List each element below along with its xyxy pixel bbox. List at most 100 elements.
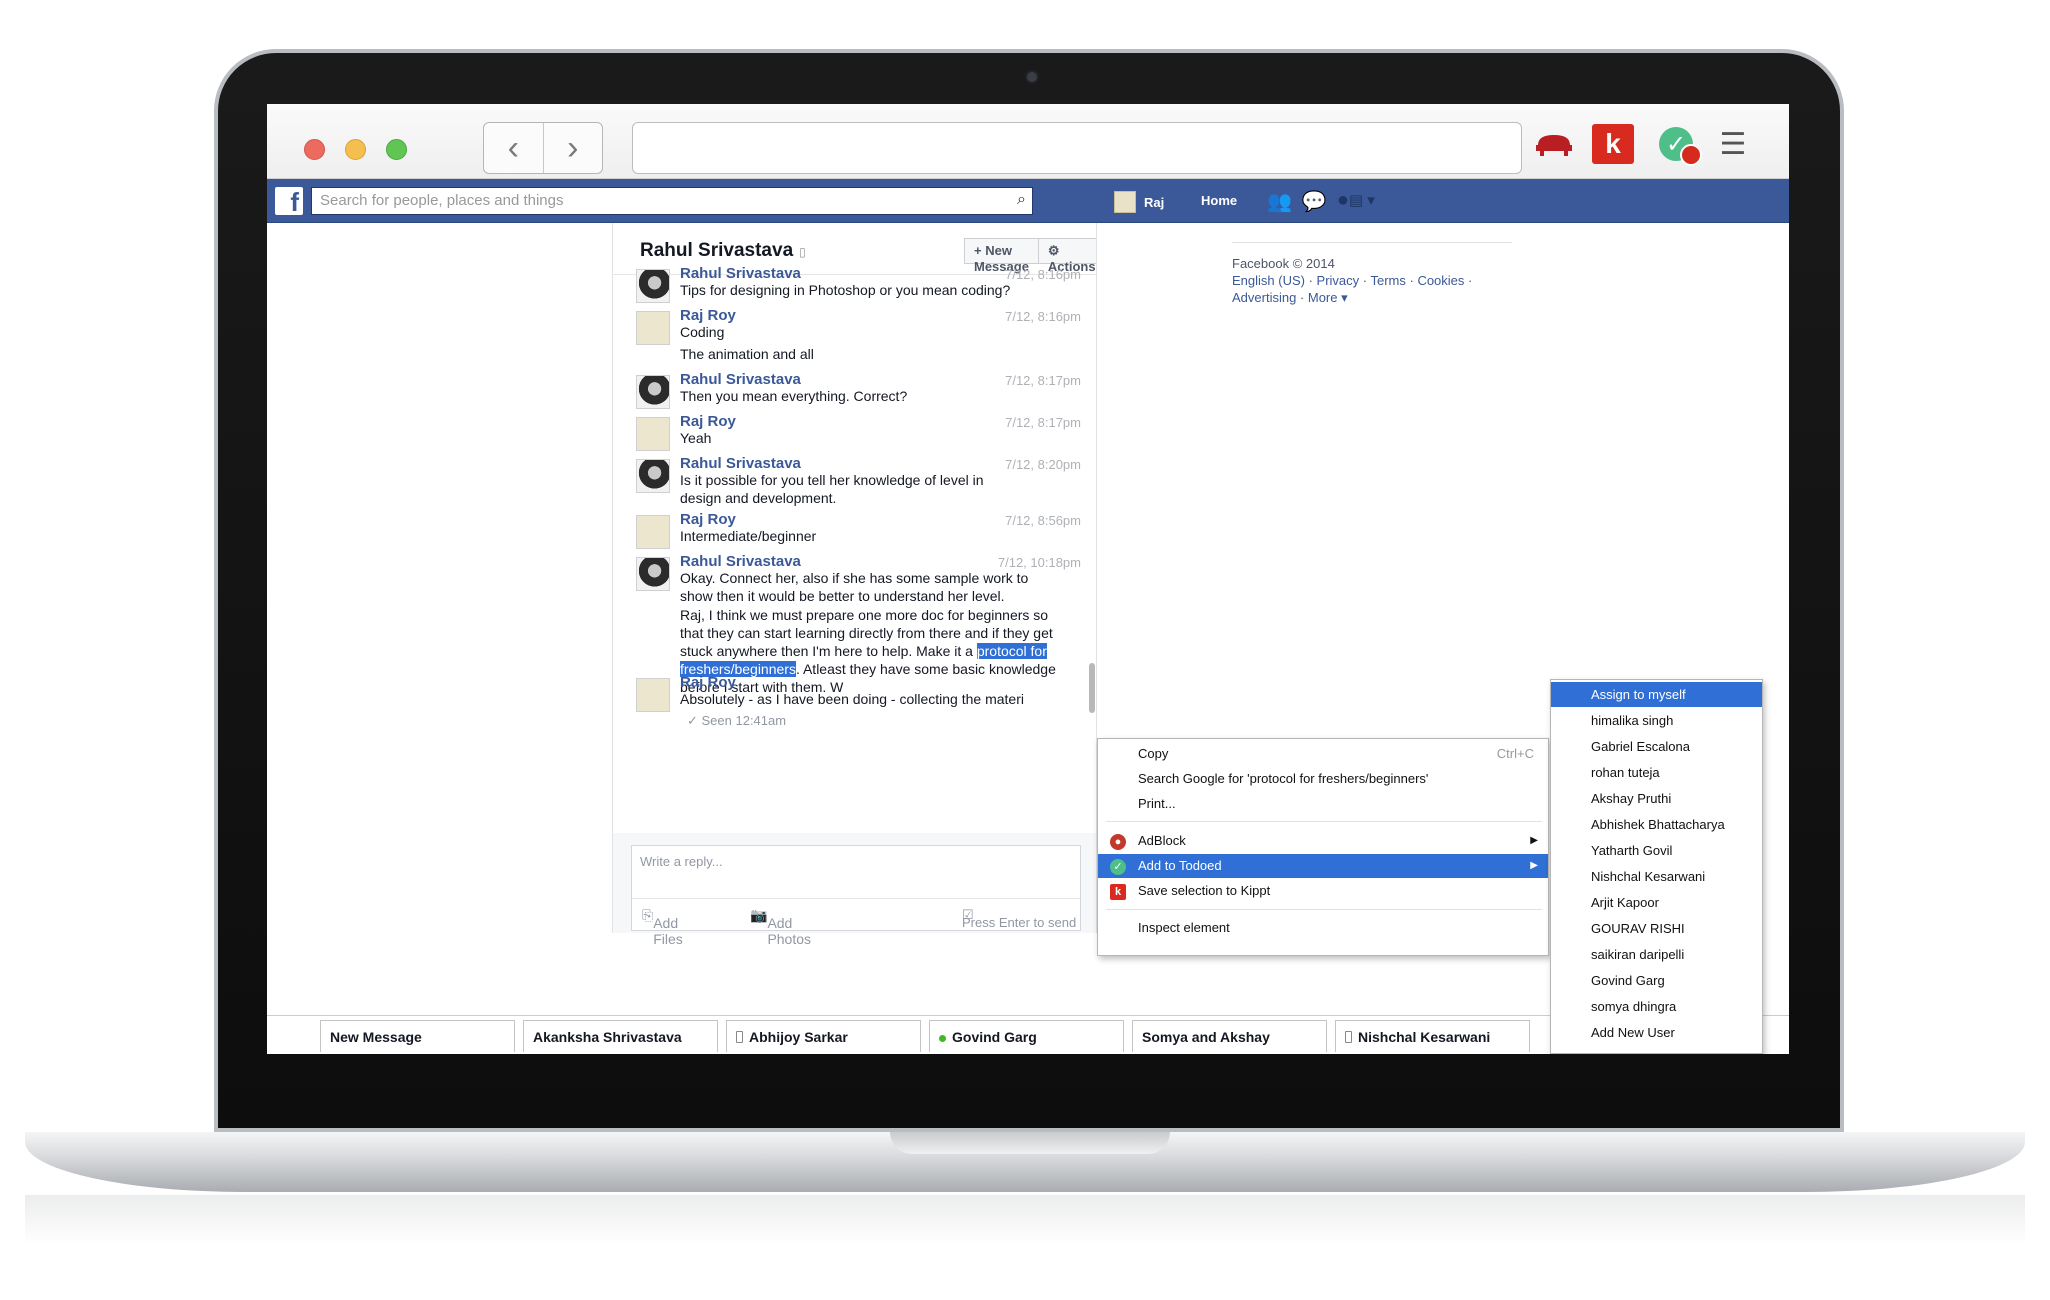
divider xyxy=(1232,242,1512,243)
conversation-panel: Rahul Srivastava ▯ + New Message ⚙ Action… xyxy=(612,223,1097,833)
menu-item-adblock[interactable]: ● AdBlock ▶ xyxy=(1098,829,1548,853)
chevron-right-icon[interactable]: › xyxy=(544,123,603,173)
press-enter-toggle[interactable]: Press Enter to send ☑ xyxy=(962,907,1076,930)
search-input[interactable]: Search for people, places and things ⌕ xyxy=(311,187,1033,215)
submenu-item[interactable]: Assign to myself xyxy=(1551,682,1762,707)
chat-tab[interactable]: Akanksha Shrivastava xyxy=(523,1020,718,1052)
submenu-item[interactable]: himalika singh xyxy=(1551,708,1762,733)
sender-name[interactable]: Raj Roy xyxy=(680,511,736,528)
sender-name[interactable]: Rahul Srivastava xyxy=(680,553,801,570)
mobile-icon xyxy=(736,1031,743,1043)
menu-item-copy[interactable]: Copy Ctrl+C xyxy=(1098,742,1548,766)
kippt-icon: k xyxy=(1110,884,1126,900)
kippt-icon[interactable]: k xyxy=(1592,124,1634,164)
avatar xyxy=(636,515,670,549)
footer-link-advertising[interactable]: Advertising xyxy=(1232,290,1296,305)
address-bar[interactable] xyxy=(632,122,1522,174)
message-text: Intermediate/beginner xyxy=(680,528,817,544)
notifications-icon[interactable]: ● xyxy=(1337,189,1349,214)
menu-item-inspect[interactable]: Inspect element xyxy=(1098,916,1548,940)
submenu-item[interactable]: Nishchal Kesarwani xyxy=(1551,864,1762,889)
minimize-window-button[interactable] xyxy=(345,139,366,160)
mobile-icon: ▯ xyxy=(799,245,806,259)
chat-tab[interactable]: Somya and Akshay xyxy=(1132,1020,1327,1052)
add-files-button[interactable]: ⎘ Add Files xyxy=(642,907,683,947)
footer-link-privacy[interactable]: Privacy xyxy=(1317,273,1360,288)
submenu-item-add-user[interactable]: Add New User xyxy=(1551,1020,1762,1045)
chat-tab-new-message[interactable]: New Message xyxy=(320,1020,515,1052)
new-message-button[interactable]: + New Message xyxy=(964,238,1039,274)
footer-link-english[interactable]: English (US) xyxy=(1232,273,1305,288)
add-photos-button[interactable]: 📷 Add Photos xyxy=(750,907,811,947)
pocket-icon[interactable] xyxy=(1530,124,1578,164)
menu-item-search-google[interactable]: Search Google for 'protocol for freshers… xyxy=(1098,767,1548,791)
avatar xyxy=(636,417,670,451)
scrollbar[interactable] xyxy=(1089,663,1095,713)
message-text: Yeah xyxy=(680,430,712,446)
submenu-item[interactable]: Arjit Kapoor xyxy=(1551,890,1762,915)
submenu-item[interactable]: somya dhingra xyxy=(1551,994,1762,1019)
message-text: The animation and all xyxy=(680,346,814,362)
menu-item-print[interactable]: Print... xyxy=(1098,792,1548,816)
submenu-item[interactable]: Gabriel Escalona xyxy=(1551,734,1762,759)
footer-link-more[interactable]: More ▾ xyxy=(1308,290,1348,305)
message-time: 7/12, 8:56pm xyxy=(1005,513,1081,528)
assign-submenu: Assign to myself himalika singh Gabriel … xyxy=(1550,679,1763,1054)
submenu-item[interactable]: GOURAV RISHI xyxy=(1551,916,1762,941)
laptop-notch xyxy=(890,1132,1170,1154)
chat-tab[interactable]: Nishchal Kesarwani xyxy=(1335,1020,1530,1052)
submenu-item[interactable]: saikiran daripelli xyxy=(1551,942,1762,967)
message-time: 7/12, 8:17pm xyxy=(1005,373,1081,388)
page-footer: Facebook © 2014 English (US) · Privacy ·… xyxy=(1232,242,1512,306)
message-text: Absolutely - as I have been doing - coll… xyxy=(680,691,1024,707)
submenu-item[interactable]: rohan tuteja xyxy=(1551,760,1762,785)
settings-icon[interactable]: ▤ ▾ xyxy=(1349,191,1375,209)
submenu-item[interactable]: Govind Garg xyxy=(1551,968,1762,993)
messages-icon[interactable]: 💬 xyxy=(1302,189,1327,214)
hamburger-icon[interactable]: ☰ xyxy=(1715,124,1751,164)
avatar xyxy=(636,311,670,345)
sender-name[interactable]: Rahul Srivastava xyxy=(680,265,801,282)
sender-name[interactable]: Raj Roy xyxy=(680,413,736,430)
submenu-item[interactable]: Yatharth Govil xyxy=(1551,838,1762,863)
reply-tools: ⎘ Add Files 📷 Add Photos Press Enter to … xyxy=(632,898,1080,947)
submenu-item[interactable]: Abhishek Bhattacharya xyxy=(1551,812,1762,837)
camera xyxy=(1025,70,1039,84)
message-time: 7/12, 8:16pm xyxy=(1005,267,1081,282)
reply-input[interactable]: Write a reply... ⎘ Add Files 📷 Add Photo… xyxy=(631,845,1081,947)
submenu-item[interactable]: Akshay Pruthi xyxy=(1551,786,1762,811)
chat-tab[interactable]: Govind Garg xyxy=(929,1020,1124,1052)
adblock-icon: ● xyxy=(1110,834,1126,850)
sender-name[interactable]: Rahul Srivastava xyxy=(680,371,801,388)
profile-link[interactable]: Raj xyxy=(1114,191,1164,213)
conversation-buttons: + New Message ⚙ Actions ⌕ xyxy=(964,238,1096,274)
home-link[interactable]: Home xyxy=(1201,193,1237,208)
sender-name[interactable]: Raj Roy xyxy=(680,674,736,691)
avatar xyxy=(636,459,670,493)
sender-name[interactable]: Raj Roy xyxy=(680,307,736,324)
seen-status: ✓ Seen 12:41am xyxy=(687,713,787,728)
message-text: Coding xyxy=(680,324,725,340)
facebook-header: f Search for people, places and things ⌕… xyxy=(267,179,1789,223)
facebook-logo[interactable]: f xyxy=(275,187,303,217)
footer-link-cookies[interactable]: Cookies xyxy=(1417,273,1464,288)
footer-link-terms[interactable]: Terms xyxy=(1370,273,1405,288)
browser-toolbar: ‹ › k ✓ ☰ xyxy=(267,104,1789,179)
search-icon[interactable]: ⌕ xyxy=(1017,191,1026,209)
friend-requests-icon[interactable]: 👥 xyxy=(1267,189,1292,214)
todoed-icon[interactable]: ✓ xyxy=(1652,124,1702,166)
chat-tab[interactable]: Abhijoy Sarkar xyxy=(726,1020,921,1052)
menu-item-save-kippt[interactable]: k Save selection to Kippt xyxy=(1098,879,1548,903)
sender-name[interactable]: Rahul Srivastava xyxy=(680,455,801,472)
menu-item-add-to-todoed[interactable]: ✓ Add to Todoed ▶ xyxy=(1098,854,1548,878)
reply-area: Write a reply... ⎘ Add Files 📷 Add Photo… xyxy=(612,833,1097,947)
mobile-icon xyxy=(1345,1031,1352,1043)
avatar xyxy=(636,269,670,303)
message-text: Then you mean everything. Correct? xyxy=(680,388,908,404)
message-time: 7/12, 8:16pm xyxy=(1005,309,1081,324)
message-text: Is it possible for you tell her knowledg… xyxy=(680,472,984,506)
zoom-window-button[interactable] xyxy=(386,139,407,160)
close-window-button[interactable] xyxy=(304,139,325,160)
chevron-left-icon[interactable]: ‹ xyxy=(484,123,544,173)
actions-button[interactable]: ⚙ Actions xyxy=(1038,238,1096,274)
